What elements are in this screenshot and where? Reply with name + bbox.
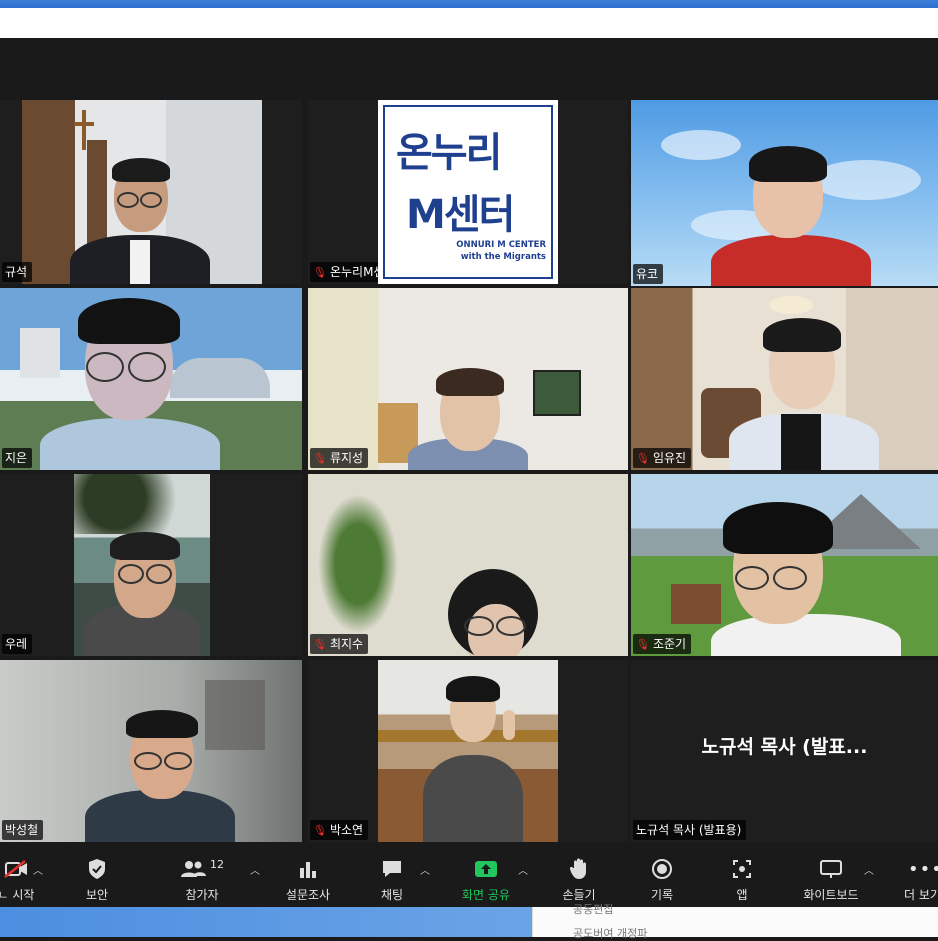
participant-name: 🎙 류지성 xyxy=(310,448,369,468)
people-icon: 12 xyxy=(180,854,224,884)
share-screen-button[interactable]: 화면 공유 xyxy=(456,844,516,907)
mic-muted-icon: 🎙 xyxy=(634,450,651,467)
video-tile-jojungi[interactable]: 🎙 조준기 xyxy=(631,474,938,656)
video-tile-gyuseok[interactable]: 규석 xyxy=(0,100,302,284)
participant-name: 🎙 조준기 xyxy=(633,634,692,654)
video-feed xyxy=(378,660,558,842)
mic-muted-icon: 🎙 xyxy=(311,450,328,467)
video-feed xyxy=(22,100,262,284)
video-tile-yuko[interactable]: 유코 xyxy=(631,100,938,286)
mic-muted-icon: 🎙 xyxy=(634,636,651,653)
participant-name: 🎙 임유진 xyxy=(633,448,692,468)
raise-hand-button[interactable]: 손들기 xyxy=(554,844,604,907)
record-icon xyxy=(651,854,673,884)
video-feed xyxy=(308,474,628,656)
document-text-line: 공도버여 개정파 xyxy=(573,927,648,940)
participant-name: 지은 xyxy=(2,448,33,468)
chevron-up-icon[interactable]: ︿ xyxy=(864,862,874,877)
video-tile-jieun[interactable]: 지은 xyxy=(0,288,302,470)
video-feed xyxy=(0,288,302,470)
participant-name: 유코 xyxy=(633,264,664,284)
more-dots-icon: ••• xyxy=(908,858,938,880)
participant-name: 우레 xyxy=(2,634,33,654)
video-feed xyxy=(0,660,302,842)
video-off-icon xyxy=(3,854,29,884)
logo-line-2: M센터 xyxy=(406,192,515,238)
video-feed xyxy=(308,288,628,470)
participant-name: 규석 xyxy=(2,262,33,282)
participant-name: 🎙 최지수 xyxy=(310,634,369,654)
polls-button[interactable]: 설문조사 xyxy=(280,844,336,907)
video-tile-ryujiseong[interactable]: 🎙 류지성 xyxy=(308,288,628,470)
mic-muted-icon: 🎙 xyxy=(311,822,328,839)
participants-count: 12 xyxy=(210,857,224,871)
chevron-up-icon[interactable]: ︿ xyxy=(518,862,528,877)
video-tile-parksungcheol[interactable]: 박성철 xyxy=(0,660,302,842)
logo-subtitle-2: with the Migrants xyxy=(460,252,546,262)
logo-line-1: 온누리 xyxy=(396,130,502,176)
record-button[interactable]: 기록 xyxy=(640,844,684,907)
chevron-up-icon[interactable]: ︿ xyxy=(420,862,430,877)
participant-name: 🎙 박소연 xyxy=(310,820,369,840)
chat-bubble-icon xyxy=(381,854,403,884)
security-button[interactable]: 보안 xyxy=(72,844,122,907)
whiteboard-button[interactable]: 화이트보드 xyxy=(796,844,866,907)
video-tile-ure[interactable]: 우레 xyxy=(0,474,302,656)
participant-name: 박성철 xyxy=(2,820,44,840)
browser-top-strip xyxy=(0,0,938,8)
video-tile-parksoyeon[interactable]: 🎙 박소연 xyxy=(308,660,628,842)
chat-button[interactable]: 채팅 xyxy=(368,844,416,907)
window-title-bar xyxy=(0,8,938,38)
share-screen-icon xyxy=(474,854,498,884)
document-text-line: 공동편집 xyxy=(573,903,614,916)
more-button[interactable]: ••• 더 보기 xyxy=(898,844,938,907)
video-feed xyxy=(631,100,938,286)
meeting-toolbar: ㄴ 시작 ︿ 보안 12 참가자 ︿ 설문조사 채팅 ︿ 화면 공유 ︿ 손들기… xyxy=(0,844,938,907)
video-feed xyxy=(631,288,938,470)
bar-chart-icon xyxy=(298,854,318,884)
presenter-display-name: 노규석 목사 (발표... xyxy=(701,736,868,758)
whiteboard-icon xyxy=(819,854,843,884)
video-tile-choijisu[interactable]: 🎙 최지수 xyxy=(308,474,628,656)
video-feed xyxy=(631,474,938,656)
chevron-up-icon[interactable]: ︿ xyxy=(250,862,260,877)
participant-name: 노규석 목사 (발표용) xyxy=(633,820,747,840)
onnuri-logo: 온누리 M센터 ONNURI M CENTER with the Migrant… xyxy=(378,100,558,284)
mic-muted-icon: 🎙 xyxy=(311,636,328,653)
logo-subtitle-1: ONNURI M CENTER xyxy=(456,240,546,250)
shield-icon xyxy=(87,854,107,884)
chevron-up-icon[interactable]: ︿ xyxy=(33,862,43,877)
apps-button[interactable]: 앱 xyxy=(722,844,762,907)
video-tile-imyujin[interactable]: 🎙 임유진 xyxy=(631,288,938,470)
hand-icon xyxy=(569,854,589,884)
participants-button[interactable]: 12 참가자 xyxy=(176,844,228,907)
document-panel: 공동편집 공도버여 개정파 xyxy=(532,903,938,940)
apps-icon xyxy=(732,854,752,884)
video-feed xyxy=(74,474,210,656)
video-tile-presenter[interactable]: 노규석 목사 (발표... 노규석 목사 (발표용) xyxy=(631,660,938,842)
mic-muted-icon: 🎙 xyxy=(311,264,328,281)
